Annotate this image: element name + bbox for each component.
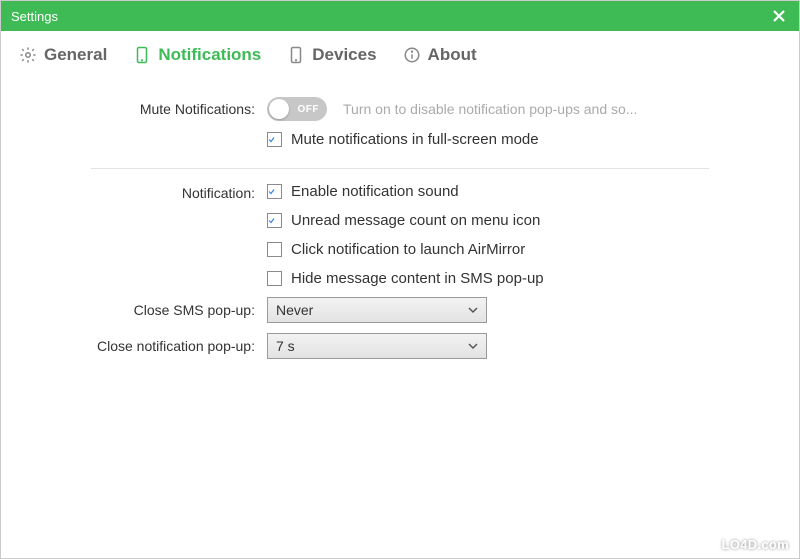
mute-label: Mute Notifications:	[31, 101, 267, 117]
tab-notifications[interactable]: Notifications	[133, 45, 261, 65]
tab-about-label: About	[428, 45, 477, 65]
tab-devices-label: Devices	[312, 45, 376, 65]
sound-checkbox-label: Enable notification sound	[291, 183, 459, 200]
fullscreen-checkbox[interactable]: Mute notifications in full-screen mode	[267, 131, 539, 148]
checkbox-box	[267, 271, 282, 286]
airmirror-checkbox-label: Click notification to launch AirMirror	[291, 241, 525, 258]
toggle-state-label: OFF	[298, 104, 320, 115]
chevron-down-icon	[468, 305, 478, 315]
chevron-down-icon	[468, 341, 478, 351]
tabs-bar: General Notifications Devices About	[1, 31, 799, 77]
tab-notifications-label: Notifications	[158, 45, 261, 65]
gear-icon	[19, 46, 37, 64]
checkbox-box	[267, 213, 282, 228]
tab-about[interactable]: About	[403, 45, 477, 65]
notification-section-label: Notification:	[31, 183, 267, 201]
close-sms-select[interactable]: Never	[267, 297, 487, 323]
info-icon	[403, 46, 421, 64]
mute-hint: Turn on to disable notification pop-ups …	[343, 101, 637, 117]
close-icon	[773, 10, 785, 22]
titlebar: Settings	[1, 1, 799, 31]
section-divider	[91, 168, 709, 169]
check-icon	[268, 133, 275, 146]
notification-options-row: Notification: Enable notification sound …	[31, 183, 769, 287]
close-sms-row: Close SMS pop-up: Never	[31, 297, 769, 323]
phone-icon	[133, 46, 151, 64]
tab-general[interactable]: General	[19, 45, 107, 65]
fullscreen-checkbox-label: Mute notifications in full-screen mode	[291, 131, 539, 148]
checkbox-box	[267, 132, 282, 147]
check-icon	[268, 214, 275, 227]
watermark: LO4D.com	[722, 537, 789, 552]
sound-checkbox[interactable]: Enable notification sound	[267, 183, 544, 200]
toggle-knob	[269, 99, 289, 119]
close-button[interactable]	[769, 6, 789, 26]
notification-options-stack: Enable notification sound Unread message…	[267, 183, 544, 287]
hidecontent-checkbox-label: Hide message content in SMS pop-up	[291, 270, 544, 287]
close-sms-value: Never	[276, 302, 313, 318]
close-sms-label: Close SMS pop-up:	[31, 302, 267, 318]
close-notification-value: 7 s	[276, 338, 295, 354]
mute-toggle[interactable]: OFF	[267, 97, 327, 121]
unread-checkbox[interactable]: Unread message count on menu icon	[267, 212, 544, 229]
content-area: Mute Notifications: OFF Turn on to disab…	[1, 77, 799, 359]
fullscreen-row: Mute notifications in full-screen mode	[31, 131, 769, 148]
close-notification-select[interactable]: 7 s	[267, 333, 487, 359]
checkbox-box	[267, 184, 282, 199]
airmirror-checkbox[interactable]: Click notification to launch AirMirror	[267, 241, 544, 258]
device-icon	[287, 46, 305, 64]
hidecontent-checkbox[interactable]: Hide message content in SMS pop-up	[267, 270, 544, 287]
close-notification-row: Close notification pop-up: 7 s	[31, 333, 769, 359]
checkbox-box	[267, 242, 282, 257]
check-icon	[268, 185, 275, 198]
tab-devices[interactable]: Devices	[287, 45, 376, 65]
close-notification-label: Close notification pop-up:	[31, 338, 267, 354]
tab-general-label: General	[44, 45, 107, 65]
unread-checkbox-label: Unread message count on menu icon	[291, 212, 540, 229]
settings-window: Settings General Notifications Devices	[0, 0, 800, 559]
mute-row: Mute Notifications: OFF Turn on to disab…	[31, 97, 769, 121]
window-title: Settings	[11, 9, 58, 24]
